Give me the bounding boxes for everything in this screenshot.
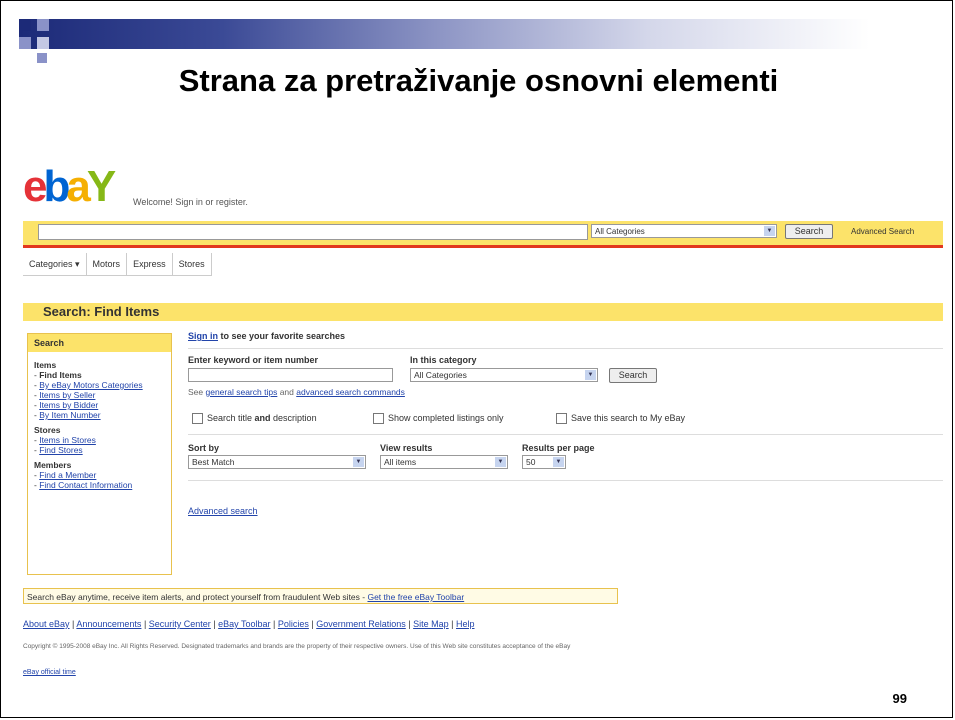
sidebar-item-by-number[interactable]: - By Item Number [34,410,165,420]
view-results-label: View results [380,443,433,453]
toolbar-link[interactable]: Get the free eBay Toolbar [367,592,464,602]
sidebar-item-motors-categories[interactable]: - By eBay Motors Categories [34,380,165,390]
deco-square [37,37,49,49]
footer-help[interactable]: Help [456,619,475,629]
search-button[interactable]: Search [785,224,833,239]
sidebar-item-find-contact[interactable]: - Find Contact Information [34,480,165,490]
divider [188,348,943,349]
find-search-button[interactable]: Search [609,368,657,383]
sidebar-section-stores: Stores [34,425,61,435]
tab-express[interactable]: Express [127,253,173,275]
sidebar-item-find-items[interactable]: - Find Items [34,370,165,380]
footer-announcements[interactable]: Announcements [76,619,141,629]
search-sidebar: Search Items - Find Items - By eBay Moto… [27,333,172,575]
ebay-screenshot: ebaY Welcome! Sign in or register. All C… [23,161,943,681]
sort-label: Sort by [188,443,220,453]
official-time-link[interactable]: eBay official time [23,669,76,676]
sidebar-header: Search [28,334,171,352]
tab-motors[interactable]: Motors [87,253,128,275]
deco-square [37,19,49,31]
deco-square [19,37,31,49]
footer-links: About eBay | Announcements | Security Ce… [23,619,475,629]
chevron-down-icon: ▼ [353,457,364,467]
footer-sitemap[interactable]: Site Map [413,619,449,629]
main-search-input[interactable] [38,224,588,240]
footer-policies[interactable]: Policies [278,619,309,629]
sidebar-item-find-member[interactable]: - Find a Member [34,470,165,480]
chevron-down-icon: ▼ [764,226,775,236]
welcome-text: Welcome! Sign in or register. [133,197,248,207]
chevron-down-icon: ▼ [495,457,506,467]
tab-stores[interactable]: Stores [173,253,212,275]
completed-listings-checkbox[interactable] [373,413,384,425]
advanced-search-link[interactable]: Advanced search [188,506,258,516]
per-page-dropdown[interactable]: 50 ▼ [522,455,566,469]
sort-dropdown[interactable]: Best Match ▼ [188,455,366,469]
divider [188,480,943,481]
slide-header-bar [19,19,944,49]
keyword-input[interactable] [188,368,393,382]
toolbar-promo: Search eBay anytime, receive item alerts… [23,588,618,604]
copyright-text: Copyright © 1995-2008 eBay Inc. All Righ… [23,643,571,650]
top-search-bar: All Categories ▼ Search Advanced Search [23,221,943,248]
footer-security[interactable]: Security Center [149,619,211,629]
deco-square [37,53,47,63]
footer-toolbar[interactable]: eBay Toolbar [218,619,270,629]
chevron-down-icon: ▼ [553,457,564,467]
general-tips-link[interactable]: general search tips [206,387,278,397]
page-number: 99 [892,691,907,706]
signin-prompt: Sign in to see your favorite searches [188,331,346,341]
sidebar-item-items-in-stores[interactable]: - Items in Stores [34,435,165,445]
tab-categories[interactable]: Categories ▾ [23,253,87,275]
title-desc-checkbox[interactable] [192,413,203,425]
footer-about[interactable]: About eBay [23,619,70,629]
completed-listings-option[interactable]: Show completed listings only [373,413,504,425]
slide: Strana za pretraživanje osnovni elementi… [0,0,953,718]
footer-government[interactable]: Government Relations [316,619,406,629]
save-search-checkbox[interactable] [556,413,567,425]
view-results-dropdown[interactable]: All items ▼ [380,455,508,469]
advanced-search-link[interactable]: Advanced Search [851,227,914,236]
sidebar-item-find-stores[interactable]: - Find Stores [34,445,165,455]
advanced-commands-link[interactable]: advanced search commands [296,387,405,397]
sidebar-item-by-bidder[interactable]: - Items by Bidder [34,400,165,410]
category-dropdown[interactable]: All Categories ▼ [410,368,598,382]
per-page-label: Results per page [522,443,595,453]
sidebar-section-members: Members [34,460,72,470]
signin-link[interactable]: Sign in [188,331,218,341]
divider [188,434,943,435]
keyword-label: Enter keyword or item number [188,355,319,365]
sidebar-section-items: Items [34,360,57,370]
sidebar-item-by-seller[interactable]: - Items by Seller [34,390,165,400]
find-items-header: Search: Find Items [23,303,943,321]
title-desc-option[interactable]: Search title and description [192,413,317,425]
save-search-option[interactable]: Save this search to My eBay [556,413,685,425]
nav-tabs: Categories ▾ Motors Express Stores [23,253,212,276]
category-select[interactable]: All Categories ▼ [591,224,777,238]
chevron-down-icon: ▼ [585,370,596,380]
slide-title: Strana za pretraživanje osnovni elementi [178,63,779,98]
deco-square [19,19,31,31]
category-label: In this category [410,355,477,365]
ebay-logo[interactable]: ebaY [23,165,116,209]
search-tips: See general search tips and advanced sea… [188,387,405,397]
